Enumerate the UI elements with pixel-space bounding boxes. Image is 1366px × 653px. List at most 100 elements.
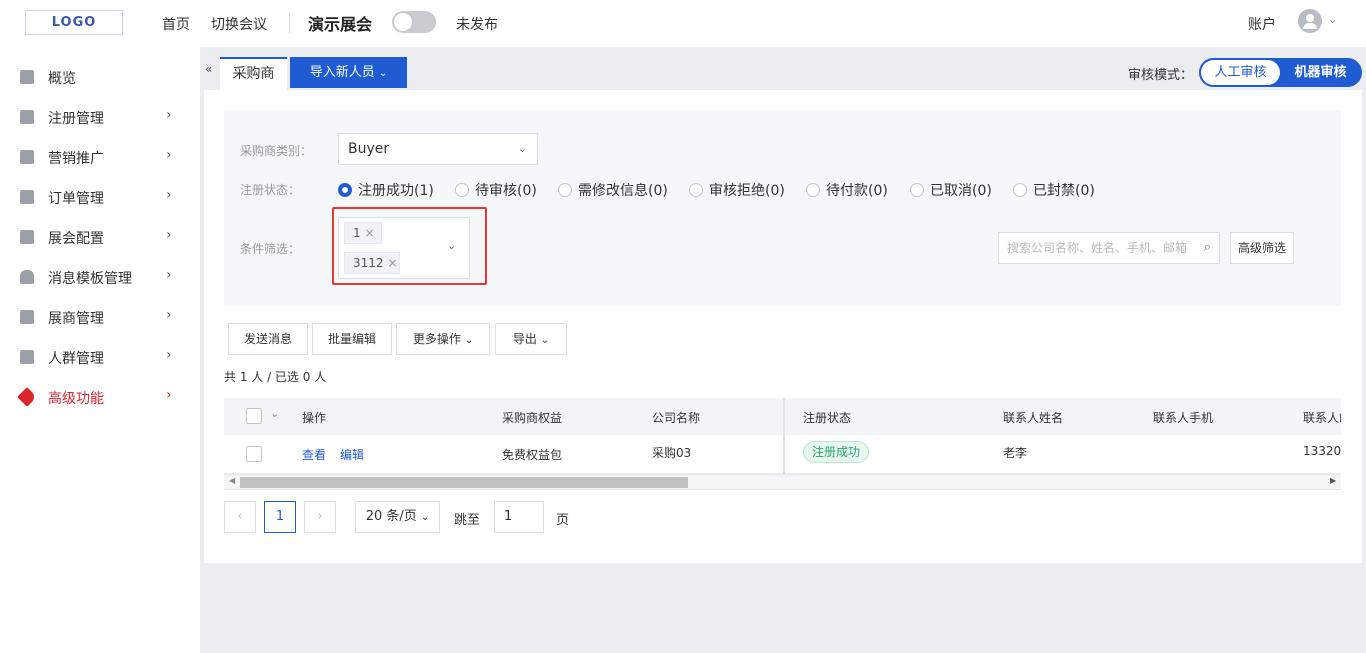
chevron-right-icon: ›: [166, 227, 172, 243]
edit-link[interactable]: 编辑: [340, 446, 364, 463]
sidebar-item-label: 展商管理: [48, 311, 104, 327]
publish-toggle[interactable]: [392, 11, 436, 33]
chevron-down-icon: ⌄: [540, 335, 550, 346]
sidebar-item-exhibitors[interactable]: 展商管理 ›: [0, 297, 200, 337]
sidebar-item-label: 概览: [48, 71, 76, 87]
status-radio-rejected[interactable]: 审核拒绝(0): [689, 180, 785, 200]
user-register-icon: [20, 110, 34, 124]
radio-dot: [338, 183, 352, 197]
page-1-button[interactable]: 1: [264, 501, 296, 533]
review-machine-option[interactable]: 机器审核: [1281, 60, 1360, 85]
nav-switch-meeting[interactable]: 切换会议: [211, 14, 267, 34]
advanced-filter-button[interactable]: 高级筛选: [1230, 232, 1294, 264]
nav-divider: [289, 13, 290, 33]
avatar-icon[interactable]: [1298, 9, 1322, 33]
col-contact-phone: 联系人手机: [1153, 411, 1214, 425]
contact-name-cell: 老李: [1003, 446, 1028, 460]
top-bar: [0, 0, 1366, 47]
goto-label: 跳至: [454, 513, 481, 528]
status-radio-success[interactable]: 注册成功(1): [338, 180, 434, 200]
prev-page-button[interactable]: ‹: [224, 501, 256, 533]
radio-dot: [689, 183, 703, 197]
status-radio-pending[interactable]: 待审核(0): [455, 180, 537, 200]
sidebar-item-orders[interactable]: 订单管理 ›: [0, 177, 200, 217]
tag-icon: [17, 387, 37, 407]
publish-status: 未发布: [456, 17, 498, 33]
event-title: 演示展会: [308, 15, 373, 34]
export-button[interactable]: 导出 ⌄: [495, 323, 567, 355]
sidebar-item-audience[interactable]: 人群管理 ›: [0, 337, 200, 377]
batch-edit-button[interactable]: 批量编辑: [312, 323, 392, 355]
sidebar-item-config[interactable]: 展会配置 ›: [0, 217, 200, 257]
status-radio-modify[interactable]: 需修改信息(0): [558, 180, 668, 200]
sidebar: 概览 注册管理 › 营销推广 › 订单管理 › 展会配置 › 消息模板管理 › 展商管理 ›…: [0, 47, 200, 653]
logo[interactable]: LOGO: [25, 10, 123, 35]
nav-home[interactable]: 首页: [162, 14, 190, 34]
scrollbar-thumb[interactable]: [240, 477, 688, 488]
sidebar-item-label: 消息模板管理: [48, 271, 132, 287]
page-size-value: 20 条/页: [365, 509, 417, 524]
category-value: Buyer: [348, 141, 390, 157]
monitor-icon: [20, 230, 34, 244]
toggle-knob: [394, 13, 412, 31]
radio-label: 已封禁(0): [1033, 183, 1095, 199]
radio-label: 审核拒绝(0): [709, 183, 785, 199]
sidebar-item-message-templates[interactable]: 消息模板管理 ›: [0, 257, 200, 297]
chevron-right-icon: ›: [166, 147, 172, 163]
chevron-down-icon[interactable]: ⌄: [270, 407, 279, 420]
sidebar-item-overview[interactable]: 概览: [0, 57, 200, 97]
import-people-button[interactable]: 导入新人员 ⌄: [290, 57, 407, 88]
next-page-button[interactable]: ›: [304, 501, 336, 533]
view-link[interactable]: 查看: [302, 446, 326, 463]
contact-email-cell: 133202: [1303, 444, 1341, 458]
benefit-cell: 免费权益包: [502, 448, 563, 462]
group-icon: [20, 150, 34, 164]
search-icon[interactable]: ⌕: [1204, 233, 1211, 263]
more-actions-button[interactable]: 更多操作 ⌄: [396, 323, 490, 355]
chevron-right-icon: ›: [166, 107, 172, 123]
goto-page-input[interactable]: 1: [494, 501, 544, 533]
col-benefit: 采购商权益: [502, 411, 563, 425]
row-checkbox[interactable]: [246, 446, 262, 462]
company-cell: 采购03: [652, 446, 692, 460]
account-label[interactable]: 账户: [1248, 14, 1276, 34]
collapse-sidebar-icon[interactable]: «: [205, 62, 212, 76]
store-icon: [20, 310, 34, 324]
radio-label: 待付款(0): [826, 183, 888, 199]
order-icon: [20, 190, 34, 204]
scroll-right-icon[interactable]: ▶: [1330, 476, 1336, 485]
search-input[interactable]: 搜索公司名称、姓名、手机、邮箱 ⌕: [998, 232, 1220, 264]
col-actions: 操作: [302, 411, 327, 425]
sidebar-item-label: 营销推广: [48, 151, 104, 167]
tab-buyer[interactable]: 采购商: [220, 57, 287, 90]
page-size-select[interactable]: 20 条/页 ⌄: [355, 501, 440, 533]
chevron-down-icon: ⌄: [378, 68, 388, 79]
chevron-right-icon: ›: [166, 307, 172, 323]
review-mode-switch[interactable]: 人工审核 机器审核: [1199, 58, 1362, 87]
import-button-label: 导入新人员: [309, 65, 375, 80]
sidebar-item-register[interactable]: 注册管理 ›: [0, 97, 200, 137]
review-manual-option[interactable]: 人工审核: [1201, 60, 1280, 85]
chevron-down-icon[interactable]: ⌄: [1328, 13, 1337, 26]
sidebar-item-label: 注册管理: [48, 111, 104, 127]
select-all-checkbox[interactable]: [246, 408, 262, 424]
button-label: 导出: [512, 332, 537, 346]
scroll-left-icon[interactable]: ◀: [229, 476, 235, 485]
category-select[interactable]: Buyer ⌄: [338, 133, 538, 165]
highlight-box: [332, 207, 487, 285]
radio-dot: [455, 183, 469, 197]
chevron-down-icon: ⌄: [464, 335, 474, 346]
radio-dot: [806, 183, 820, 197]
chevron-down-icon: ⌄: [420, 512, 430, 523]
sidebar-item-label: 高级功能: [48, 391, 104, 407]
sidebar-item-marketing[interactable]: 营销推广 ›: [0, 137, 200, 177]
send-message-button[interactable]: 发送消息: [228, 323, 308, 355]
people-icon: [20, 350, 34, 364]
status-radio-cancelled[interactable]: 已取消(0): [910, 180, 992, 200]
radio-label: 需修改信息(0): [578, 183, 668, 199]
status-radio-unpaid[interactable]: 待付款(0): [806, 180, 888, 200]
radio-dot: [1013, 183, 1027, 197]
status-radio-banned[interactable]: 已封禁(0): [1013, 180, 1095, 200]
sidebar-item-advanced[interactable]: 高级功能 ›: [0, 377, 200, 417]
radio-dot: [558, 183, 572, 197]
